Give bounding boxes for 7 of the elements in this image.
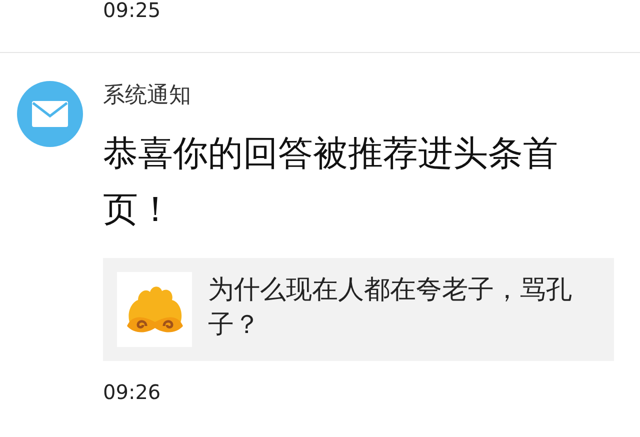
envelope-icon: [32, 101, 68, 127]
question-card[interactable]: 为什么现在人都在夸老子，骂孔子？: [103, 258, 614, 361]
notification-message: 恭喜你的回答被推荐进头条首页！: [103, 133, 559, 232]
message-time: 09:26: [103, 380, 161, 404]
question-title: 为什么现在人都在夸老子，骂孔子？: [208, 274, 573, 342]
sender-name: 系统通知: [103, 82, 192, 110]
message-time: 09:25: [103, 0, 161, 22]
